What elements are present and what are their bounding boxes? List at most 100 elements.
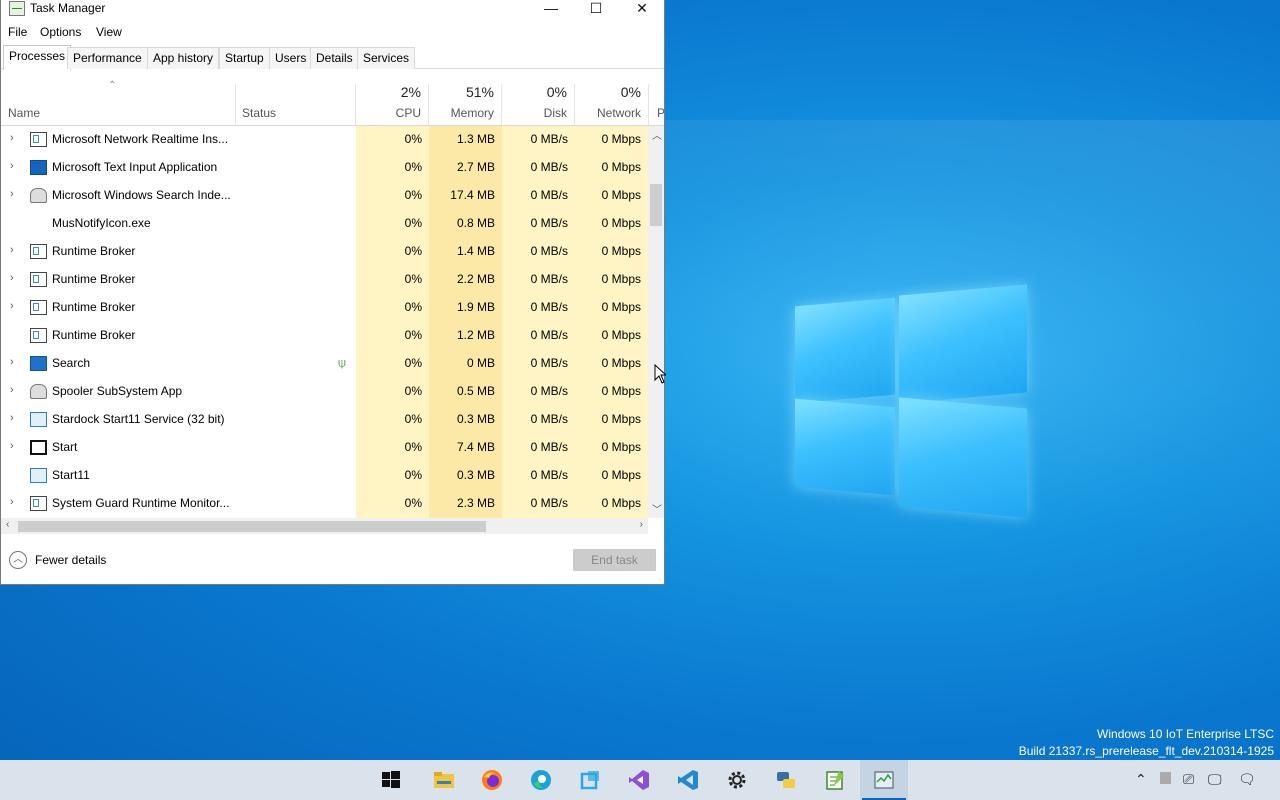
scroll-left-icon[interactable]: ‹ [6,519,9,530]
disk-cell: 0 MB/s [530,328,568,342]
notepad-plus-icon[interactable] [811,760,859,800]
tab-users[interactable]: Users [269,47,313,69]
tab-services[interactable]: Services [357,47,416,69]
tab-processes[interactable]: Processes [3,45,72,70]
column-power[interactable]: P [649,84,665,125]
expand-chevron-icon[interactable]: › [10,356,14,368]
vertical-scroll-thumb[interactable] [650,184,662,226]
service-icon [30,244,47,259]
footer: ︿ Fewer details End task [1,536,664,584]
cpu-cell: 0% [404,412,422,426]
service-icon [30,272,47,287]
expand-chevron-icon[interactable]: › [10,188,14,200]
chevron-up-circle-icon[interactable]: ︿ [9,551,27,569]
python-icon[interactable] [762,760,810,800]
tab-app-history[interactable]: App history [147,47,220,69]
menu-view[interactable]: View [96,25,122,39]
process-name: Spooler SubSystem App [52,384,183,398]
process-name: Search [52,356,91,370]
cpu-cell: 0% [404,300,422,314]
memory-cell: 1.4 MB [456,244,495,258]
tray-app-icon[interactable] [1160,772,1171,784]
close-button[interactable]: ✕ [619,0,665,20]
expand-chevron-icon[interactable]: › [10,440,14,452]
network-icon[interactable]: ⎚ [1183,771,1194,788]
firefox-icon[interactable] [468,760,516,800]
title-bar[interactable]: Task Manager — ☐ ✕ [1,0,664,20]
column-memory[interactable]: 51% Memory [429,84,502,125]
process-row[interactable]: › Runtime Broker 0% 1.9 MB 0 MB/s 0 Mbps [1,294,648,322]
memory-cell: 17.4 MB [450,188,495,202]
scroll-right-icon[interactable]: › [640,519,643,530]
expand-chevron-icon[interactable]: › [10,272,14,284]
process-row[interactable]: › Microsoft Text Input Application 0% 2.7 M… [1,154,648,182]
expand-chevron-icon[interactable]: › [10,300,14,312]
column-disk[interactable]: 0% Disk [502,84,575,125]
expand-chevron-icon[interactable]: › [10,244,14,256]
disk-cell: 0 MB/s [530,356,568,370]
visual-studio-icon[interactable] [615,760,663,800]
horizontal-scrollbar[interactable]: ‹ › [1,518,648,534]
column-network[interactable]: 0% Network [575,84,649,125]
file-explorer-icon[interactable] [420,760,468,800]
process-row[interactable]: › Microsoft Windows Search Inde... 0% 17.4 … [1,182,648,210]
disk-cell: 0 MB/s [530,468,568,482]
expand-chevron-icon[interactable]: › [10,160,14,172]
tab-performance[interactable]: Performance [67,47,148,69]
vscode-icon[interactable] [664,760,712,800]
watermark-build: Build 21337.rs_prerelease_flt_dev.210314… [1018,744,1274,758]
windows-start-icon[interactable] [367,760,415,800]
process-row[interactable]: Runtime Broker 0% 1.2 MB 0 MB/s 0 Mbps [1,322,648,350]
vertical-scrollbar[interactable]: ︿ ﹀ [648,126,664,518]
notification-icon[interactable]: 🗨 [1238,771,1256,788]
menu-options[interactable]: Options [40,25,81,39]
expand-chevron-icon[interactable]: › [10,496,14,508]
process-row[interactable]: › Runtime Broker 0% 2.2 MB 0 MB/s 0 Mbps [1,266,648,294]
memory-cell: 2.7 MB [456,160,495,174]
process-name: System Guard Runtime Monitor... [52,496,230,510]
display-icon[interactable]: 🖵 [1208,771,1222,788]
process-row[interactable]: › Search ⍦ 0% 0 MB 0 MB/s 0 Mbps [1,350,648,378]
column-status[interactable]: Status [236,84,356,125]
expand-chevron-icon[interactable]: › [10,384,14,396]
start11-icon[interactable] [566,760,614,800]
memory-cell: 0.8 MB [456,216,495,230]
column-name[interactable]: Name [1,84,236,125]
process-row[interactable]: › System Guard Runtime Monitor... 0% 2.3 MB… [1,490,648,518]
maximize-button[interactable]: ☐ [573,0,619,20]
process-list: › Microsoft Network Realtime Ins... 0% 1.3 … [1,126,648,518]
tab-startup[interactable]: Startup [219,47,270,69]
settings-gear-icon[interactable] [713,760,761,800]
network-cell: 0 Mbps [601,244,641,258]
scroll-up-icon[interactable]: ︿ [652,127,662,142]
start11-icon [30,412,47,427]
cpu-cell: 0% [404,244,422,258]
process-row[interactable]: › Stardock Start11 Service (32 bit) 0% 0.3 … [1,406,648,434]
mouse-cursor-icon [654,364,666,384]
minimize-button[interactable]: — [528,0,574,20]
fewer-details-link[interactable]: Fewer details [35,553,106,567]
tab-details[interactable]: Details [310,47,359,69]
process-row[interactable]: › Microsoft Network Realtime Ins... 0% 1.3 … [1,126,648,154]
memory-cell: 7.4 MB [456,440,495,454]
column-cpu[interactable]: 2% CPU [356,84,429,125]
taskbar: ⌃ ⎚ 🖵 🗨 [0,760,1280,800]
process-row[interactable]: › Start 0% 7.4 MB 0 MB/s 0 Mbps [1,434,648,462]
search-icon [30,356,47,371]
disk-cell: 0 MB/s [530,412,568,426]
process-row[interactable]: Start11 0% 0.3 MB 0 MB/s 0 Mbps [1,462,648,490]
horizontal-scroll-thumb[interactable] [18,521,486,532]
edge-icon[interactable] [517,760,565,800]
menu-file[interactable]: File [8,25,27,39]
scroll-down-icon[interactable]: ﹀ [652,501,662,516]
end-task-button[interactable]: End task [573,549,656,571]
expand-chevron-icon[interactable]: › [10,412,14,424]
expand-chevron-icon[interactable]: › [10,132,14,144]
process-row[interactable]: MusNotifyIcon.exe 0% 0.8 MB 0 MB/s 0 Mbps [1,210,648,238]
network-cell: 0 Mbps [601,384,641,398]
process-name: Runtime Broker [52,244,136,258]
chevron-up-icon[interactable]: ⌃ [1135,771,1147,788]
process-row[interactable]: › Spooler SubSystem App 0% 0.5 MB 0 MB/s 0 Mb… [1,378,648,406]
task-manager-taskbar-icon[interactable] [860,760,908,800]
process-row[interactable]: › Runtime Broker 0% 1.4 MB 0 MB/s 0 Mbps [1,238,648,266]
